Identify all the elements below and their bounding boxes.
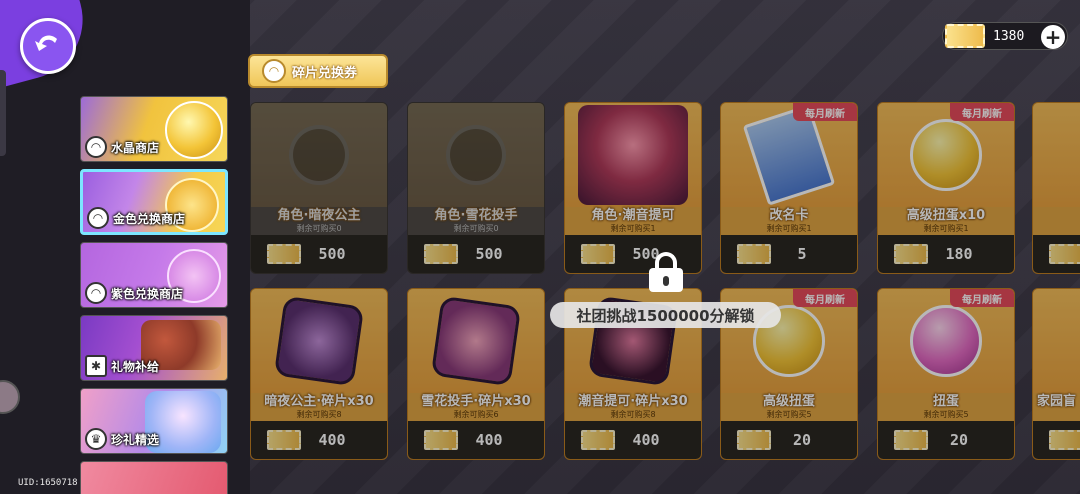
add-currency-button[interactable]: + — [1041, 25, 1065, 49]
cat-icon: ◠ — [85, 136, 107, 158]
item-remaining: 剩余可购买8 — [296, 410, 342, 419]
back-arrow-icon — [35, 35, 57, 51]
ticket-icon — [267, 430, 301, 450]
capsule-icon — [910, 305, 982, 377]
item-remaining: 剩余可购买6 — [453, 410, 499, 419]
avatar-icon: ◠ — [85, 282, 107, 304]
ticket-icon — [894, 430, 928, 450]
sidebar-item-label: 紫色兑换商店 — [111, 286, 184, 301]
locked-box-icon — [446, 125, 506, 185]
ticket-icon — [894, 244, 928, 264]
ticket-icon — [1049, 430, 1080, 450]
gift-icon: ✱ — [85, 355, 107, 377]
shop-item-card[interactable]: 暗夜公主·碎片x30 剩余可购买8 400 — [250, 288, 388, 460]
capsule-icon — [910, 119, 982, 191]
avatar-icon: ◠ — [87, 207, 109, 229]
locked-box-icon — [289, 125, 349, 185]
ticket-icon — [424, 244, 458, 264]
item-remaining: 剩余可购买0 — [296, 224, 342, 233]
ticket-icon — [737, 244, 771, 264]
sidebar-item-more[interactable] — [80, 461, 228, 494]
unlock-requirement-message: 社团挑战1500000分解锁 — [550, 302, 781, 328]
item-name: 潮音提可·碎片x30 — [578, 394, 688, 409]
item-remaining: 剩余可购买1 — [610, 224, 656, 233]
item-remaining: 剩余可购买1 — [766, 224, 812, 233]
capsule-icon — [165, 101, 223, 159]
item-remaining: 剩余可购买0 — [453, 224, 499, 233]
ticket-icon — [581, 244, 615, 264]
crown-icon: ♛ — [85, 428, 107, 450]
tab-label: 碎片兑换券 — [292, 65, 358, 81]
lock-icon — [647, 252, 685, 292]
ticket-icon — [945, 24, 985, 48]
item-remaining: 剩余可购买1 — [923, 224, 969, 233]
item-price: 180 — [945, 245, 973, 263]
character-portrait — [578, 105, 688, 205]
puzzle-piece-icon — [273, 295, 365, 387]
shop-item-card[interactable] — [1032, 102, 1080, 274]
sidebar-item-premium-select[interactable]: ♛ 珍礼精选 — [80, 388, 228, 454]
item-price: 400 — [318, 431, 346, 449]
item-name: 角色·暗夜公主 — [277, 208, 361, 223]
ticket-icon — [737, 430, 771, 450]
monthly-refresh-badge: 每月刷新 — [793, 289, 857, 307]
shop-item-card[interactable]: 每月刷新 改名卡 剩余可购买1 5 — [720, 102, 858, 274]
item-name: 雪花投手·碎片x30 — [421, 394, 531, 409]
shop-sidebar: ◠ 水晶商店 ◠ 金色兑换商店 ◠ 紫色兑换商店 ✱ 礼物补给 ♛ 珍礼精选 — [80, 96, 230, 494]
sidebar-item-gift-supply[interactable]: ✱ 礼物补给 — [80, 315, 228, 381]
side-drawer-tab[interactable] — [0, 70, 6, 156]
shop-item-card[interactable]: 角色·雪花投手 剩余可购买0 500 — [407, 102, 545, 274]
item-price: 400 — [475, 431, 503, 449]
ticket-icon — [1049, 244, 1080, 264]
ticket-icon — [267, 244, 301, 264]
shop-item-card[interactable]: 每月刷新 扭蛋 剩余可购买5 20 — [877, 288, 1015, 460]
item-name: 角色·潮音提可 — [591, 208, 675, 223]
monthly-refresh-badge: 每月刷新 — [793, 103, 857, 121]
item-remaining: 剩余可购买5 — [923, 410, 969, 419]
item-name: 改名卡 — [769, 208, 809, 223]
item-name: 家园盲 — [1037, 394, 1077, 409]
puzzle-piece-icon — [430, 295, 522, 387]
shop-item-card[interactable]: 每月刷新 高级扭蛋x10 剩余可购买1 180 — [877, 102, 1015, 274]
cat-icon: ◠ — [262, 59, 286, 83]
sidebar-item-label: 金色兑换商店 — [113, 211, 186, 226]
currency-amount: 1380 — [993, 28, 1025, 44]
item-remaining: 剩余可购买5 — [766, 410, 812, 419]
monthly-refresh-badge: 每月刷新 — [950, 103, 1014, 121]
item-price: 20 — [949, 431, 969, 449]
item-price: 20 — [792, 431, 812, 449]
tab-fragment-voucher[interactable]: ◠ 碎片兑换券 — [248, 54, 388, 88]
sidebar-item-label: 礼物补给 — [111, 359, 160, 374]
item-name: 角色·雪花投手 — [434, 208, 518, 223]
sidebar-item-purple-exchange[interactable]: ◠ 紫色兑换商店 — [80, 242, 228, 308]
monthly-refresh-badge: 每月刷新 — [950, 289, 1014, 307]
item-name: 高级扭蛋x10 — [906, 208, 986, 223]
item-name: 暗夜公主·碎片x30 — [264, 394, 374, 409]
shop-item-card[interactable]: 角色·暗夜公主 剩余可购买0 500 — [250, 102, 388, 274]
sidebar-item-label: 珍礼精选 — [111, 432, 160, 447]
item-name: 高级扭蛋 — [762, 394, 815, 409]
ticket-icon — [581, 430, 615, 450]
item-price: 400 — [632, 431, 660, 449]
ticket-icon — [424, 430, 458, 450]
sidebar-item-gold-exchange[interactable]: ◠ 金色兑换商店 — [80, 169, 228, 235]
sidebar-item-crystal-shop[interactable]: ◠ 水晶商店 — [80, 96, 228, 162]
shop-item-card[interactable]: 家园盲 — [1032, 288, 1080, 460]
item-price: 5 — [797, 245, 807, 263]
back-button[interactable] — [20, 18, 76, 74]
item-price: 500 — [318, 245, 346, 263]
item-name: 扭蛋 — [932, 394, 959, 409]
shop-item-card[interactable]: 雪花投手·碎片x30 剩余可购买6 400 — [407, 288, 545, 460]
currency-display: 1380 + — [942, 22, 1068, 50]
sidebar-item-label: 水晶商店 — [111, 140, 160, 155]
item-price: 500 — [475, 245, 503, 263]
shop-item-card[interactable]: 角色·潮音提可 剩余可购买1 500 — [564, 102, 702, 274]
item-remaining: 剩余可购买8 — [610, 410, 656, 419]
